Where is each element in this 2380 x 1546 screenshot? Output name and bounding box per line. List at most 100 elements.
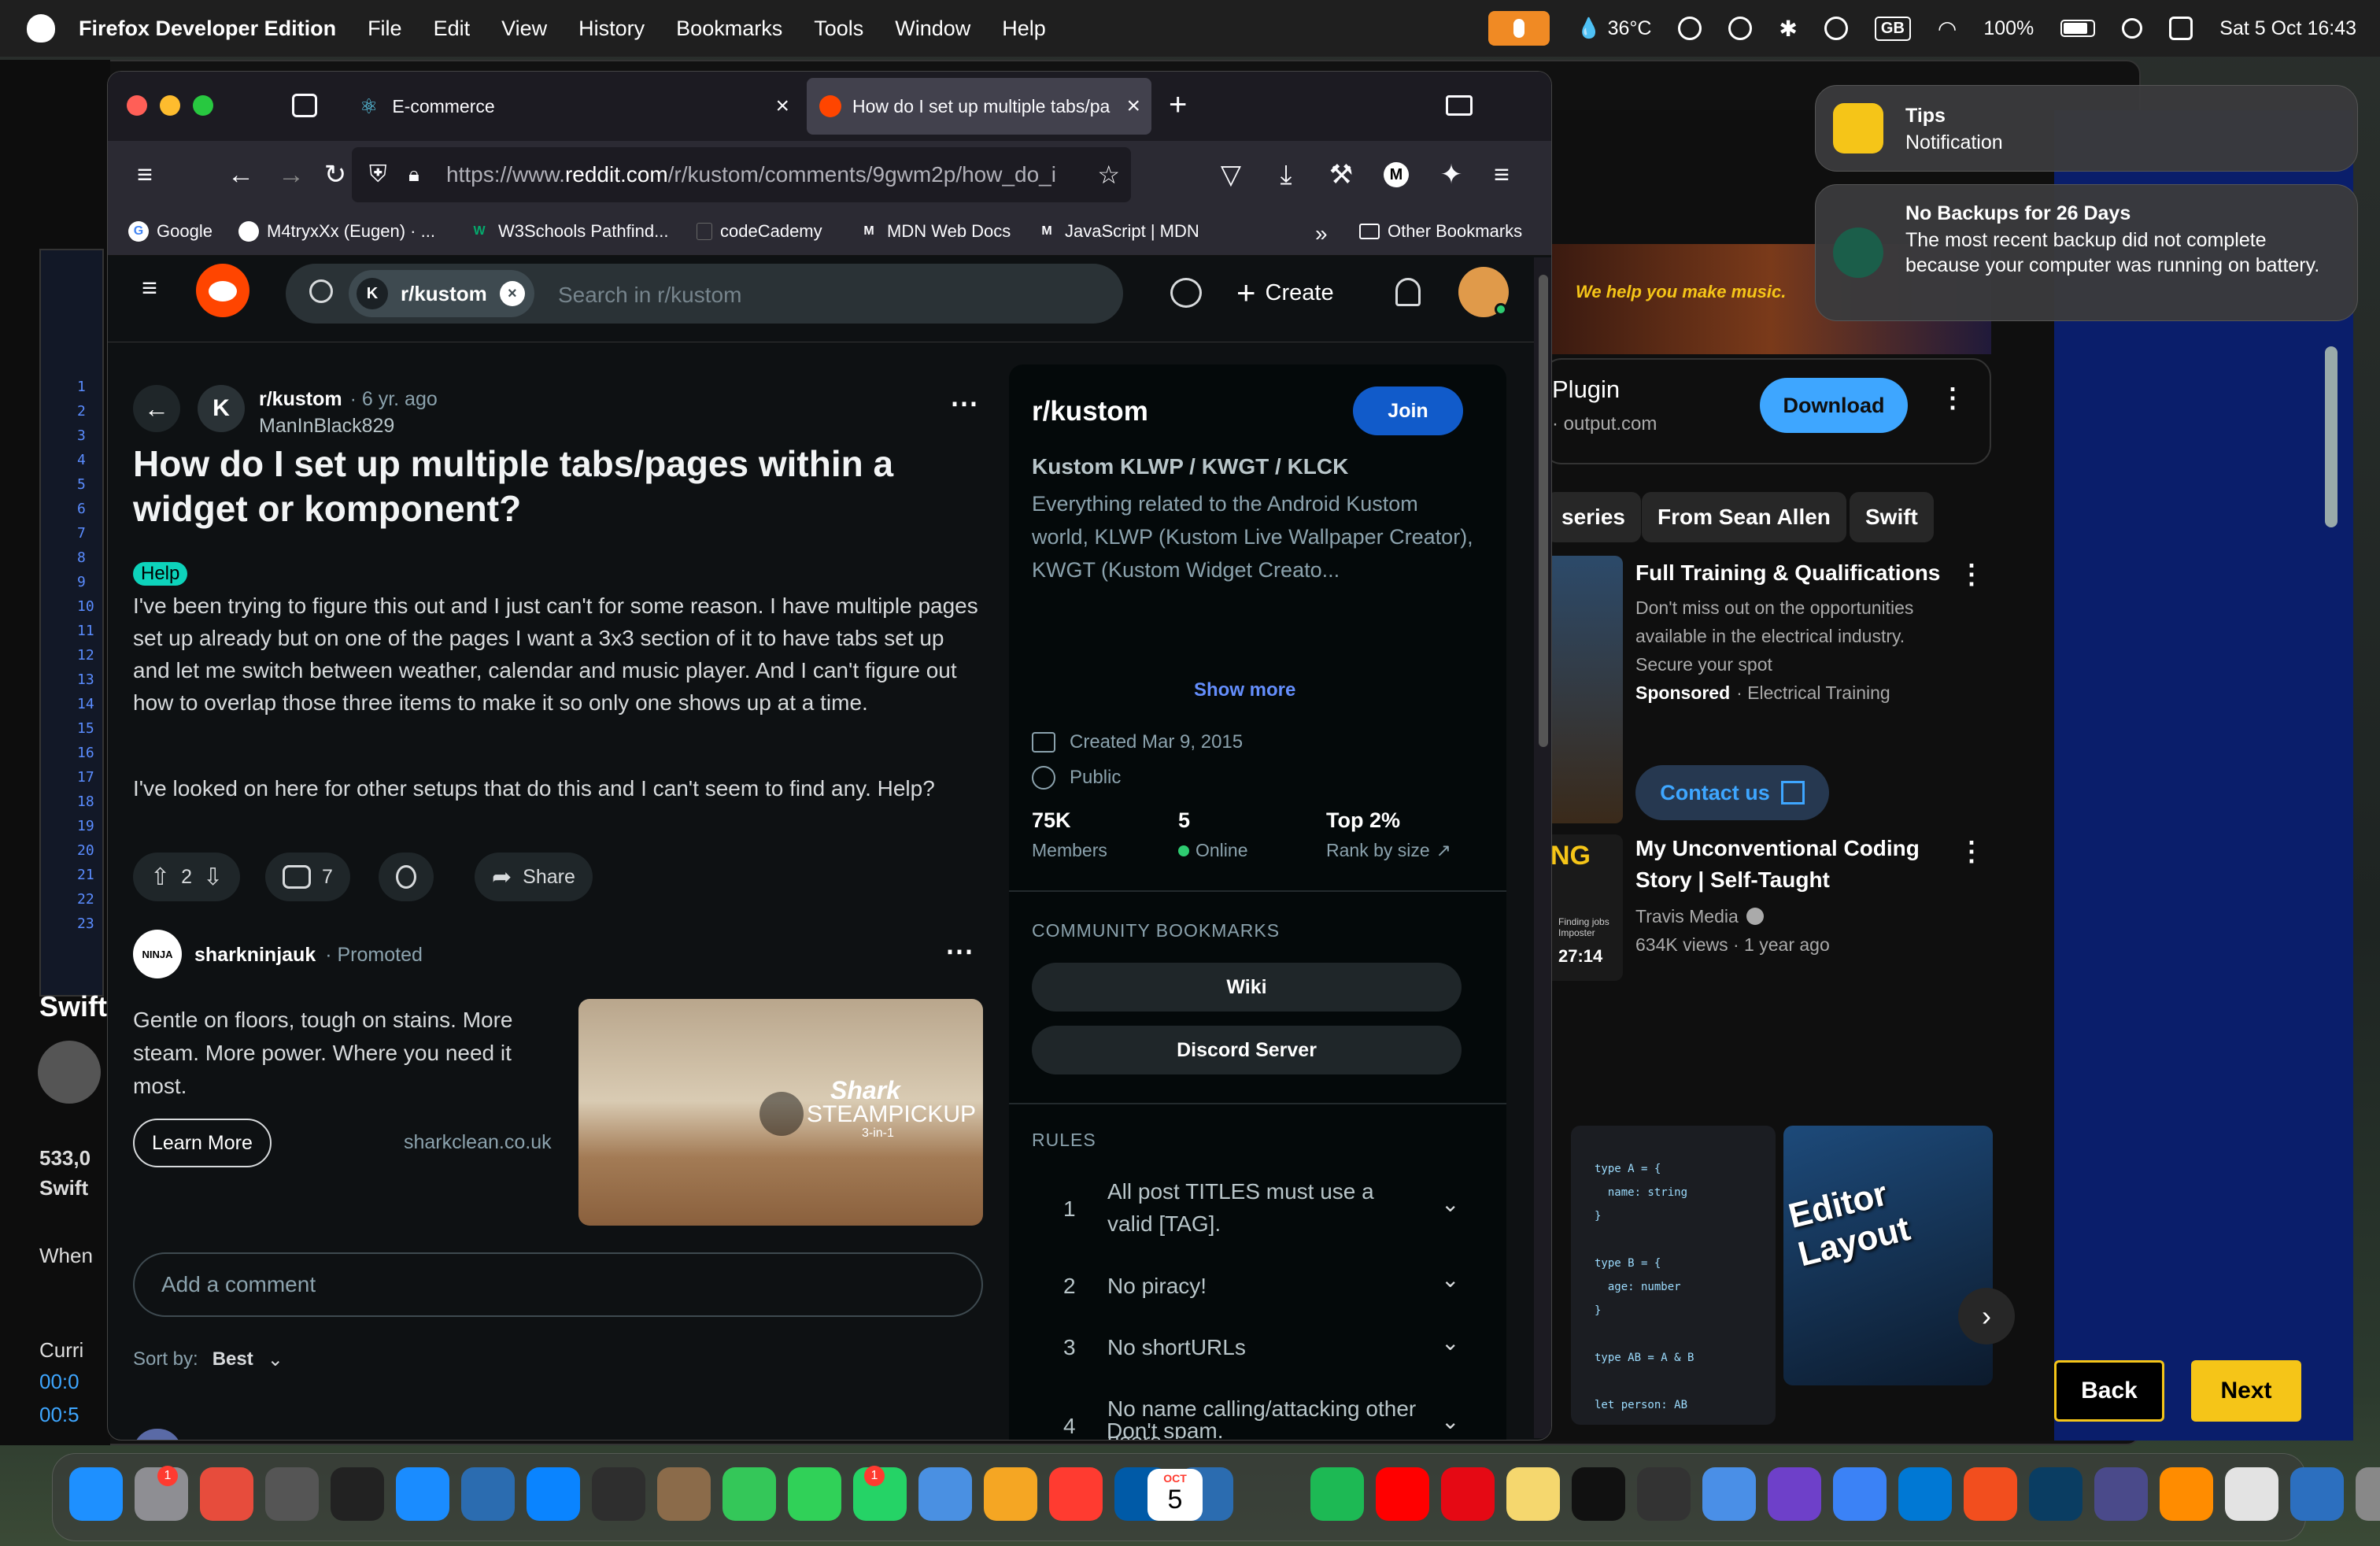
bookmark-star-icon[interactable]: ☆: [1097, 160, 1120, 190]
reddit-logo[interactable]: [196, 264, 249, 317]
dock-app-icon[interactable]: [527, 1467, 580, 1521]
menu-app-name[interactable]: Firefox Developer Edition: [79, 17, 336, 41]
sidebar-community-name[interactable]: r/kustom: [1032, 396, 1148, 427]
bookmark-js-mdn[interactable]: M JavaScript | MDN: [1037, 221, 1199, 242]
award-button[interactable]: [379, 853, 434, 901]
download-button[interactable]: Download: [1760, 378, 1908, 433]
bookmark-w3schools[interactable]: W W3Schools Pathfind...: [468, 221, 668, 242]
chip-series[interactable]: series: [1546, 492, 1641, 542]
clock[interactable]: Sat 5 Oct 16:43: [2219, 17, 2356, 40]
app-menu-icon[interactable]: ≡: [1487, 160, 1517, 190]
tips-notification[interactable]: Tips Notification: [1815, 85, 2358, 172]
dock-app-icon[interactable]: [1898, 1467, 1952, 1521]
video2-channel[interactable]: Travis Media: [1635, 902, 1739, 930]
dock-app-icon[interactable]: [2356, 1467, 2380, 1521]
back-button[interactable]: Back: [2054, 1360, 2164, 1422]
menu-tools[interactable]: Tools: [814, 17, 863, 41]
rule-1-chevron-down-icon[interactable]: ⌄: [1441, 1191, 1459, 1217]
comments-button[interactable]: 7: [265, 853, 350, 901]
chip-swift[interactable]: Swift: [1850, 492, 1934, 542]
rule-5-text[interactable]: Don't spam.: [1107, 1418, 1224, 1439]
share-button[interactable]: ➦ Share: [475, 853, 593, 901]
clear-scope-icon[interactable]: ×: [499, 281, 525, 306]
dock-app-icon[interactable]: [1833, 1467, 1887, 1521]
menu-bookmarks[interactable]: Bookmarks: [676, 17, 782, 41]
editor-layout-thumbnail[interactable]: Editor Layout: [1783, 1126, 1993, 1385]
extensions-icon[interactable]: ✦: [1436, 160, 1466, 190]
control-center-icon[interactable]: [2169, 17, 2193, 40]
carousel-next-icon[interactable]: ›: [1958, 1288, 2015, 1344]
wifi-icon[interactable]: ◠: [1938, 16, 1957, 42]
tab-list-icon[interactable]: [1446, 95, 1473, 116]
pocket-icon[interactable]: ▽: [1216, 160, 1246, 190]
forward-arrow-icon[interactable]: →: [276, 160, 306, 190]
discord-button[interactable]: Discord Server: [1032, 1026, 1462, 1074]
join-button[interactable]: Join: [1353, 386, 1463, 435]
tab-overview-icon[interactable]: [292, 94, 317, 117]
chat-icon[interactable]: [1170, 278, 1202, 308]
downvote-icon[interactable]: ⇩: [203, 864, 223, 891]
shield-icon[interactable]: ⛨: [369, 161, 387, 188]
apple-icon[interactable]: [27, 14, 55, 43]
dock-app-icon[interactable]: [1506, 1467, 1560, 1521]
stat-rank-row[interactable]: Rank by size ↗: [1326, 840, 1451, 861]
rule-3-chevron-down-icon[interactable]: ⌄: [1441, 1330, 1459, 1356]
more-icon[interactable]: ⋮: [1939, 383, 1966, 414]
comment-input[interactable]: Add a comment: [133, 1252, 983, 1317]
promoted-options-icon[interactable]: ⋯: [945, 934, 974, 967]
post-flair[interactable]: Help: [133, 562, 188, 586]
dock-app-icon[interactable]: [1637, 1467, 1691, 1521]
search-icon[interactable]: [2122, 18, 2143, 39]
back-button-circle[interactable]: ←: [133, 385, 180, 432]
bookmark-codecademy[interactable]: codeCademy: [697, 221, 822, 242]
next-button[interactable]: Next: [2191, 1360, 2301, 1422]
sort-dropdown[interactable]: Best: [213, 1348, 253, 1371]
dock-app-icon[interactable]: [2029, 1467, 2082, 1521]
search-placeholder[interactable]: Search in r/kustom: [558, 283, 741, 308]
show-more-link[interactable]: Show more: [1194, 679, 1295, 701]
play-icon[interactable]: [1824, 17, 1848, 40]
dock-app-icon[interactable]: [265, 1467, 319, 1521]
rule-2-text[interactable]: No piracy!: [1107, 1270, 1422, 1302]
post-author[interactable]: ManInBlack829: [259, 415, 394, 438]
menu-help[interactable]: Help: [1002, 17, 1046, 41]
chip-sean-allen[interactable]: From Sean Allen: [1642, 492, 1846, 542]
contact-us-button[interactable]: Contact us: [1635, 765, 1829, 820]
new-tab-icon[interactable]: +: [1169, 87, 1187, 123]
dock-app-icon[interactable]: [918, 1467, 972, 1521]
dock-app-icon[interactable]: [69, 1467, 123, 1521]
advertiser-name[interactable]: sharkninjauk: [194, 944, 316, 967]
menu-window[interactable]: Window: [895, 17, 970, 41]
dock-app-icon[interactable]: [2094, 1467, 2148, 1521]
panel-scrollbar[interactable]: [2325, 346, 2338, 527]
temperature-icon[interactable]: 💧 36°C: [1576, 17, 1651, 40]
search-scope-chip[interactable]: Kr/kustom ×: [349, 270, 534, 317]
promoted-image[interactable]: Shark STEAMPICKUP 3-in-1: [578, 999, 983, 1226]
video2-thumbnail[interactable]: NG Finding jobs Imposter 27:14: [1543, 834, 1623, 981]
menu-view[interactable]: View: [501, 17, 547, 41]
advertiser-avatar[interactable]: NINJA: [133, 930, 182, 978]
dock-app-icon[interactable]: [1441, 1467, 1495, 1521]
bookmark-github[interactable]: M4tryxXx (Eugen) · ...: [238, 221, 435, 242]
learn-more-button[interactable]: Learn More: [133, 1119, 272, 1167]
promoted-domain[interactable]: sharkclean.co.uk: [404, 1131, 552, 1154]
user-avatar[interactable]: [1458, 267, 1509, 317]
rule-1-text[interactable]: All post TITLES must use a valid [TAG].: [1107, 1175, 1422, 1240]
url-bar[interactable]: ⛨ 🔒︎ https://www.reddit.com/r/kustom/com…: [352, 147, 1131, 202]
post-options-icon[interactable]: ⋯: [950, 386, 978, 420]
microphone-icon[interactable]: [1488, 11, 1550, 46]
bookmarks-overflow-icon[interactable]: »: [1315, 221, 1328, 246]
input-source-gb[interactable]: GB: [1874, 16, 1911, 41]
upvote-icon[interactable]: ⇧: [150, 864, 170, 891]
battery-icon[interactable]: [2060, 20, 2096, 37]
close-tab-icon[interactable]: ×: [775, 93, 789, 120]
calendar-app[interactable]: OCT 5: [1148, 1469, 1203, 1521]
airdrop-icon[interactable]: [1728, 17, 1753, 40]
time-machine-icon[interactable]: [1678, 17, 1702, 40]
menu-edit[interactable]: Edit: [434, 17, 471, 41]
dock-app-icon[interactable]: [2290, 1467, 2344, 1521]
dock-app-icon[interactable]: [2225, 1467, 2278, 1521]
back-arrow-icon[interactable]: ←: [226, 160, 256, 190]
tab-ecommerce[interactable]: ⚛ E-commerce ×: [344, 78, 800, 135]
account-icon[interactable]: M: [1381, 160, 1411, 190]
